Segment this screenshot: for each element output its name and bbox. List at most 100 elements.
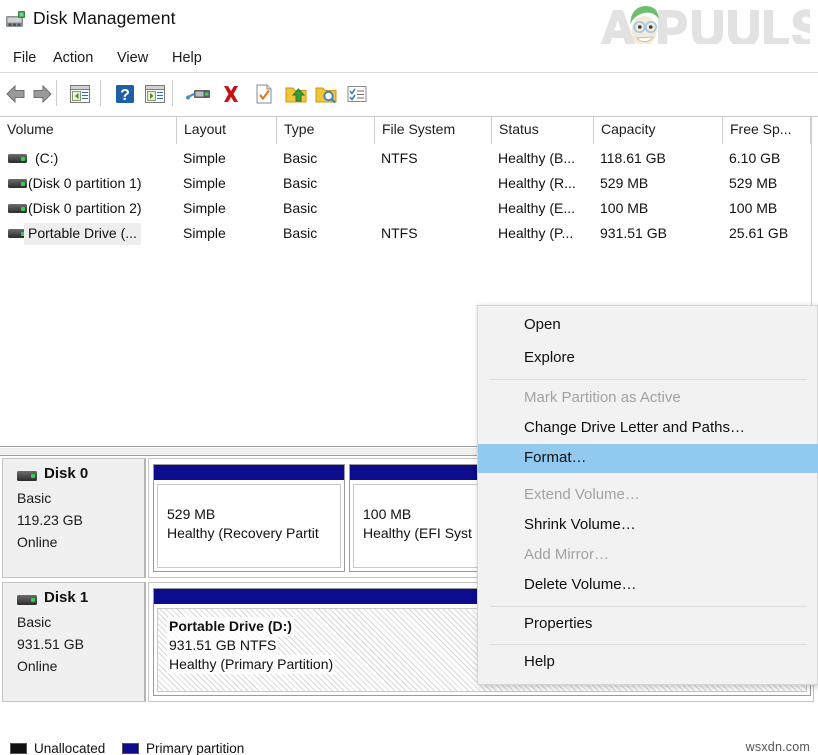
- menu-bar: File Action View Help: [0, 44, 818, 73]
- disk-1-type: Basic: [17, 614, 52, 630]
- task-list-icon[interactable]: [345, 82, 369, 106]
- volume-free-space: 100 MB: [729, 200, 778, 216]
- svg-text:?: ?: [120, 87, 130, 104]
- delete-icon[interactable]: [219, 82, 243, 106]
- menu-file[interactable]: File: [8, 48, 41, 68]
- disk-icon: [17, 471, 37, 481]
- forward-arrow-icon[interactable]: [30, 82, 54, 106]
- table-row[interactable]: (Disk 0 partition 2) Simple Basic Health…: [0, 197, 818, 221]
- volume-layout: Simple: [183, 175, 226, 191]
- volume-name: (Disk 0 partition 2): [28, 200, 142, 216]
- volume-list-header: Volume Layout Type File System Status Ca…: [0, 117, 818, 144]
- legend-label-primary-partition: Primary partition: [146, 741, 245, 755]
- export-list-icon[interactable]: [284, 82, 308, 106]
- toolbar-separator: [172, 80, 173, 106]
- search-folder-icon[interactable]: [314, 82, 338, 106]
- volume-capacity: 529 MB: [600, 175, 649, 191]
- volume-free-space: 25.61 GB: [729, 225, 789, 241]
- context-menu-separator: [490, 606, 807, 607]
- wsxdn-watermark: wsxdn.com: [745, 740, 810, 754]
- disk-1-state: Online: [17, 658, 58, 674]
- volume-name: (Disk 0 partition 1): [28, 175, 142, 191]
- properties-icon[interactable]: [252, 82, 276, 106]
- legend-label-unallocated: Unallocated: [34, 741, 106, 755]
- partition-size: 931.51 GB NTFS: [167, 636, 279, 655]
- context-menu-item-change-drive-letter[interactable]: Change Drive Letter and Paths…: [478, 414, 818, 443]
- partition-recovery[interactable]: 529 MB Healthy (Recovery Partit: [153, 464, 345, 572]
- volume-capacity: 931.51 GB: [600, 225, 667, 241]
- context-menu-item-delete-volume[interactable]: Delete Volume…: [478, 571, 818, 600]
- context-menu-item-shrink-volume[interactable]: Shrink Volume…: [478, 511, 818, 540]
- show-console-tree-icon[interactable]: [68, 82, 92, 106]
- volume-type: Basic: [283, 150, 318, 166]
- menu-view[interactable]: View: [112, 48, 153, 68]
- disk-1-size: 931.51 GB: [17, 636, 84, 652]
- context-menu-separator: [490, 644, 807, 645]
- table-row[interactable]: Portable Drive (... Simple Basic NTFS He…: [0, 222, 818, 246]
- back-arrow-icon[interactable]: [4, 82, 28, 106]
- context-menu-item-explore[interactable]: Explore: [478, 344, 818, 373]
- legend: Unallocated Primary partition: [0, 739, 818, 755]
- column-header-layout[interactable]: Layout: [177, 117, 277, 144]
- context-menu-item-format[interactable]: Format…: [478, 444, 818, 473]
- column-header-status[interactable]: Status: [492, 117, 594, 144]
- toolbar-separator: [100, 80, 101, 106]
- legend-swatch-unallocated: [10, 743, 27, 754]
- context-menu-item-open[interactable]: Open: [478, 311, 818, 340]
- volume-filesystem: NTFS: [381, 150, 418, 166]
- volume-status: Healthy (R...: [498, 175, 576, 191]
- volume-type: Basic: [283, 225, 318, 241]
- column-header-filesystem[interactable]: File System: [375, 117, 492, 144]
- partition-status: Healthy (Primary Partition): [167, 655, 336, 674]
- volume-capacity: 118.61 GB: [600, 150, 666, 166]
- disk-0-size: 119.23 GB: [17, 512, 83, 528]
- disk-0-name: Disk 0: [44, 465, 89, 482]
- table-row[interactable]: (Disk 0 partition 1) Simple Basic Health…: [0, 172, 818, 196]
- context-menu-item-mark-partition-as-active: Mark Partition as Active: [524, 389, 681, 406]
- volume-layout: Simple: [183, 225, 226, 241]
- menu-help[interactable]: Help: [167, 48, 207, 68]
- menu-action[interactable]: Action: [48, 48, 98, 68]
- disk-0-type: Basic: [17, 490, 52, 506]
- partition-status: Healthy (Recovery Partit: [167, 525, 319, 541]
- volume-disk-icon: [8, 154, 27, 163]
- rescan-disks-icon[interactable]: [186, 82, 212, 106]
- context-menu-item-extend-volume: Extend Volume…: [524, 486, 640, 503]
- volume-free-space: 6.10 GB: [729, 150, 781, 166]
- help-icon[interactable]: ?: [113, 82, 137, 106]
- window-title: Disk Management: [33, 8, 176, 28]
- toolbar: ?: [0, 73, 818, 117]
- volume-free-space: 529 MB: [729, 175, 778, 191]
- partition-size: 529 MB: [167, 506, 216, 522]
- column-header-volume[interactable]: Volume: [0, 117, 177, 144]
- disk-0-info[interactable]: Disk 0 Basic 119.23 GB Online: [2, 458, 146, 578]
- disk-1-name: Disk 1: [44, 589, 89, 606]
- volume-status: Healthy (P...: [498, 225, 574, 241]
- column-header-free-space[interactable]: Free Sp...: [723, 117, 811, 144]
- volume-layout: Simple: [183, 150, 226, 166]
- column-header-type[interactable]: Type: [277, 117, 375, 144]
- volume-status: Healthy (E...: [498, 200, 576, 216]
- partition-title: Portable Drive (D:): [167, 617, 294, 636]
- partition-body: 529 MB Healthy (Recovery Partit: [157, 484, 341, 568]
- context-menu-item-add-mirror: Add Mirror…: [524, 546, 610, 563]
- title-bar: Disk Management: [0, 0, 818, 51]
- show-action-pane-icon[interactable]: [143, 82, 167, 106]
- column-header-capacity[interactable]: Capacity: [594, 117, 723, 144]
- toolbar-separator: [56, 80, 57, 106]
- disk-management-icon: [6, 11, 25, 27]
- table-row[interactable]: (C:) Simple Basic NTFS Healthy (B... 118…: [0, 147, 818, 171]
- legend-swatch-primary-partition: [122, 743, 139, 754]
- context-menu: Open Explore Mark Partition as Active Ch…: [477, 305, 818, 685]
- volume-type: Basic: [283, 200, 318, 216]
- context-menu-separator: [490, 379, 807, 380]
- volume-name: Portable Drive (...: [24, 223, 141, 245]
- disk-icon: [17, 595, 37, 605]
- volume-filesystem: NTFS: [381, 225, 418, 241]
- context-menu-item-properties[interactable]: Properties: [478, 610, 818, 639]
- volume-type: Basic: [283, 175, 318, 191]
- volume-name: (C:): [35, 150, 59, 166]
- disk-1-info[interactable]: Disk 1 Basic 931.51 GB Online: [2, 582, 146, 702]
- context-menu-item-help[interactable]: Help: [478, 648, 818, 677]
- disk-0-state: Online: [17, 534, 58, 550]
